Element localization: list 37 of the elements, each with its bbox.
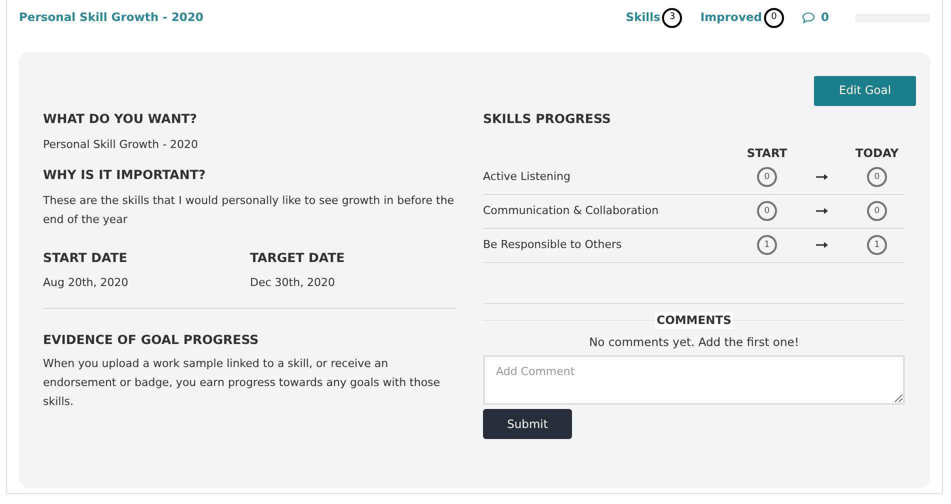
level-badge: 0 — [757, 167, 777, 188]
comment-field[interactable]: Add Comment — [483, 355, 905, 406]
level-badge: 0 — [867, 201, 887, 222]
comment-count: 0 — [820, 9, 829, 26]
empty-comments-text: No comments yet. Add the first one! — [588, 334, 800, 351]
stat-link[interactable]: Improved — [700, 9, 762, 27]
arrow-icon — [816, 208, 828, 214]
column-header: START — [746, 144, 788, 161]
level-badge: 1 — [757, 235, 777, 256]
section-heading: SKILLS PROGRESS — [483, 110, 612, 128]
arrow-icon — [816, 242, 828, 248]
count-badge: 0 — [764, 8, 784, 28]
stat-link[interactable]: Skills — [626, 9, 660, 27]
section-text: Personal Skill Growth - 2020 — [43, 136, 200, 153]
date-value: Dec 30th, 2020 — [250, 275, 336, 292]
date-value: Aug 20th, 2020 — [43, 275, 130, 292]
edit-goal-button[interactable]: Edit Goal — [814, 76, 916, 106]
level-badge: 0 — [867, 167, 887, 188]
column-header: TODAY — [854, 144, 900, 161]
arrow-icon — [816, 174, 828, 180]
count-badge: 3 — [662, 8, 682, 28]
date-heading: TARGET DATE — [250, 248, 346, 266]
submit-button[interactable]: Submit — [483, 409, 572, 440]
section-heading: EVIDENCE OF GOAL PROGRESS — [43, 330, 260, 349]
level-badge: 0 — [757, 201, 777, 222]
date-heading: START DATE — [43, 248, 128, 266]
section-text: When you upload a work sample linked to a skill, or receive an endorsement or badge, you earn progress towards any goals with those skills. — [43, 356, 442, 410]
section-heading: WHY IS IT IMPORTANT? — [43, 166, 207, 184]
comments-heading: COMMENTS — [654, 312, 734, 329]
section-text: These are the skills that I would personally like to see growth in before the end of the year — [43, 192, 456, 228]
skill-name: Be Responsible to Others — [483, 237, 623, 253]
section-heading: WHAT DO YOU WANT? — [43, 110, 198, 128]
comment-icon — [802, 12, 815, 24]
skill-name: Active Listening — [483, 169, 572, 185]
goal-title[interactable]: Personal Skill Growth - 2020 — [19, 9, 204, 27]
level-badge: 1 — [867, 235, 887, 256]
skill-name: Communication & Collaboration — [483, 203, 660, 219]
